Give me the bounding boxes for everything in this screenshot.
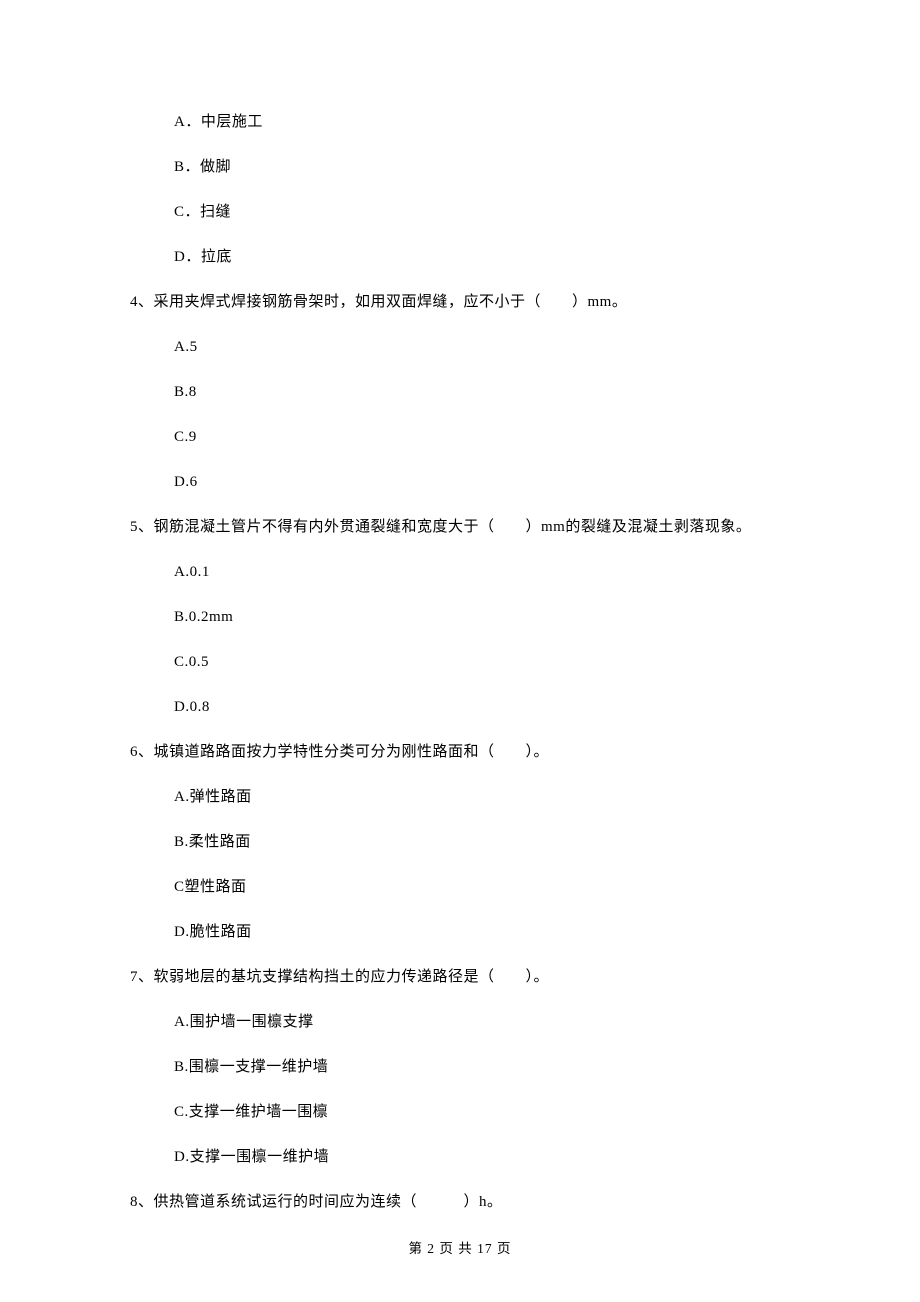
option-q5-b: B.0.2mm <box>174 610 790 625</box>
option-q7-c: C.支撑一维护墙一围檩 <box>174 1105 790 1120</box>
option-q7-d: D.支撑一围檩一维护墙 <box>174 1150 790 1165</box>
option-q7-b: B.围檩一支撑一维护墙 <box>174 1060 790 1075</box>
option-q5-c: C.0.5 <box>174 655 790 670</box>
option-q5-a: A.0.1 <box>174 565 790 580</box>
question-8: 8、供热管道系统试运行的时间应为连续（ ）h。 <box>130 1195 790 1210</box>
option-q3-b: B．做脚 <box>174 160 790 175</box>
option-q6-d: D.脆性路面 <box>174 925 790 940</box>
option-q3-c: C．扫缝 <box>174 205 790 220</box>
option-q4-b: B.8 <box>174 385 790 400</box>
option-q3-a: A．中层施工 <box>174 115 790 130</box>
option-q5-d: D.0.8 <box>174 700 790 715</box>
option-q4-d: D.6 <box>174 475 790 490</box>
option-q6-a: A.弹性路面 <box>174 790 790 805</box>
question-7: 7、软弱地层的基坑支撑结构挡土的应力传递路径是（ ）。 <box>130 970 790 985</box>
option-q4-a: A.5 <box>174 340 790 355</box>
page-footer: 第 2 页 共 17 页 <box>0 1237 920 1257</box>
option-q6-c: C塑性路面 <box>174 880 790 895</box>
option-q4-c: C.9 <box>174 430 790 445</box>
option-q6-b: B.柔性路面 <box>174 835 790 850</box>
question-4: 4、采用夹焊式焊接钢筋骨架时，如用双面焊缝，应不小于（ ）mm。 <box>130 295 790 310</box>
question-5: 5、钢筋混凝土管片不得有内外贯通裂缝和宽度大于（ ）mm的裂缝及混凝土剥落现象。 <box>130 520 790 535</box>
question-6: 6、城镇道路路面按力学特性分类可分为刚性路面和（ ）。 <box>130 745 790 760</box>
option-q3-d: D．拉底 <box>174 250 790 265</box>
option-q7-a: A.围护墙一围檩支撑 <box>174 1015 790 1030</box>
